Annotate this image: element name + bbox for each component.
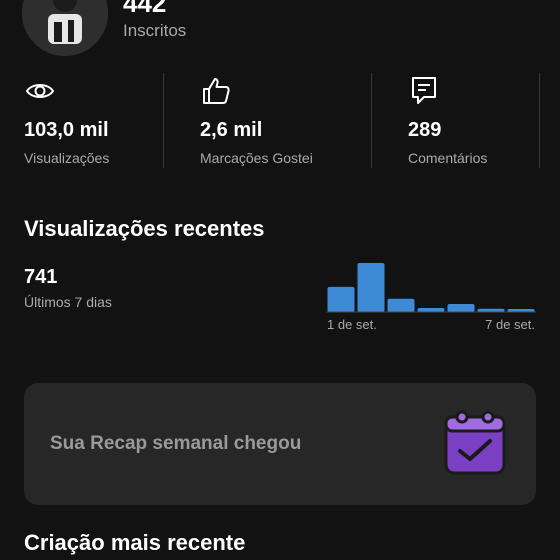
chart-bar — [447, 304, 475, 312]
chart-bar — [327, 286, 355, 312]
comment-icon — [412, 77, 436, 104]
divider — [539, 73, 540, 168]
eye-icon — [25, 84, 55, 98]
recent-views-period: Últimos 7 dias — [24, 294, 112, 310]
calendar-check-icon — [444, 410, 506, 475]
divider — [371, 73, 372, 168]
stat-value: 289 — [408, 119, 442, 141]
thumbs-up-icon — [203, 78, 230, 104]
stat-label: Comentários — [408, 150, 488, 166]
stat-label: Marcações Gostei — [200, 150, 313, 166]
stat-value: 103,0 mil — [24, 119, 109, 141]
stat-label: Visualizações — [24, 150, 110, 166]
recent-views-count: 741 — [24, 266, 58, 288]
stat-value: 2,6 mil — [200, 119, 263, 141]
recent-views-title: Visualizações recentes — [24, 216, 265, 241]
weekly-recap-card[interactable]: Sua Recap semanal chegou — [24, 383, 536, 505]
chart-tick-label: 7 de set. — [485, 317, 535, 332]
channel-avatar[interactable] — [22, 0, 108, 56]
recap-text: Sua Recap semanal chegou — [50, 433, 302, 454]
chart-tick-label: 1 de set. — [327, 317, 377, 332]
latest-creation-title: Criação mais recente — [24, 530, 246, 555]
chart-bar — [387, 298, 415, 312]
subscriber-label: Inscritos — [123, 21, 187, 40]
recent-views-chart[interactable]: 1 de set. 7 de set. — [326, 255, 536, 335]
chart-bar — [417, 308, 445, 312]
avatar-image — [22, 0, 108, 56]
chart-bar — [357, 263, 385, 312]
divider — [163, 73, 164, 168]
stats-row: 103,0 mil Visualizações 2,6 mil Marcaçõe… — [0, 70, 560, 170]
subscriber-count: 442 — [123, 0, 167, 18]
